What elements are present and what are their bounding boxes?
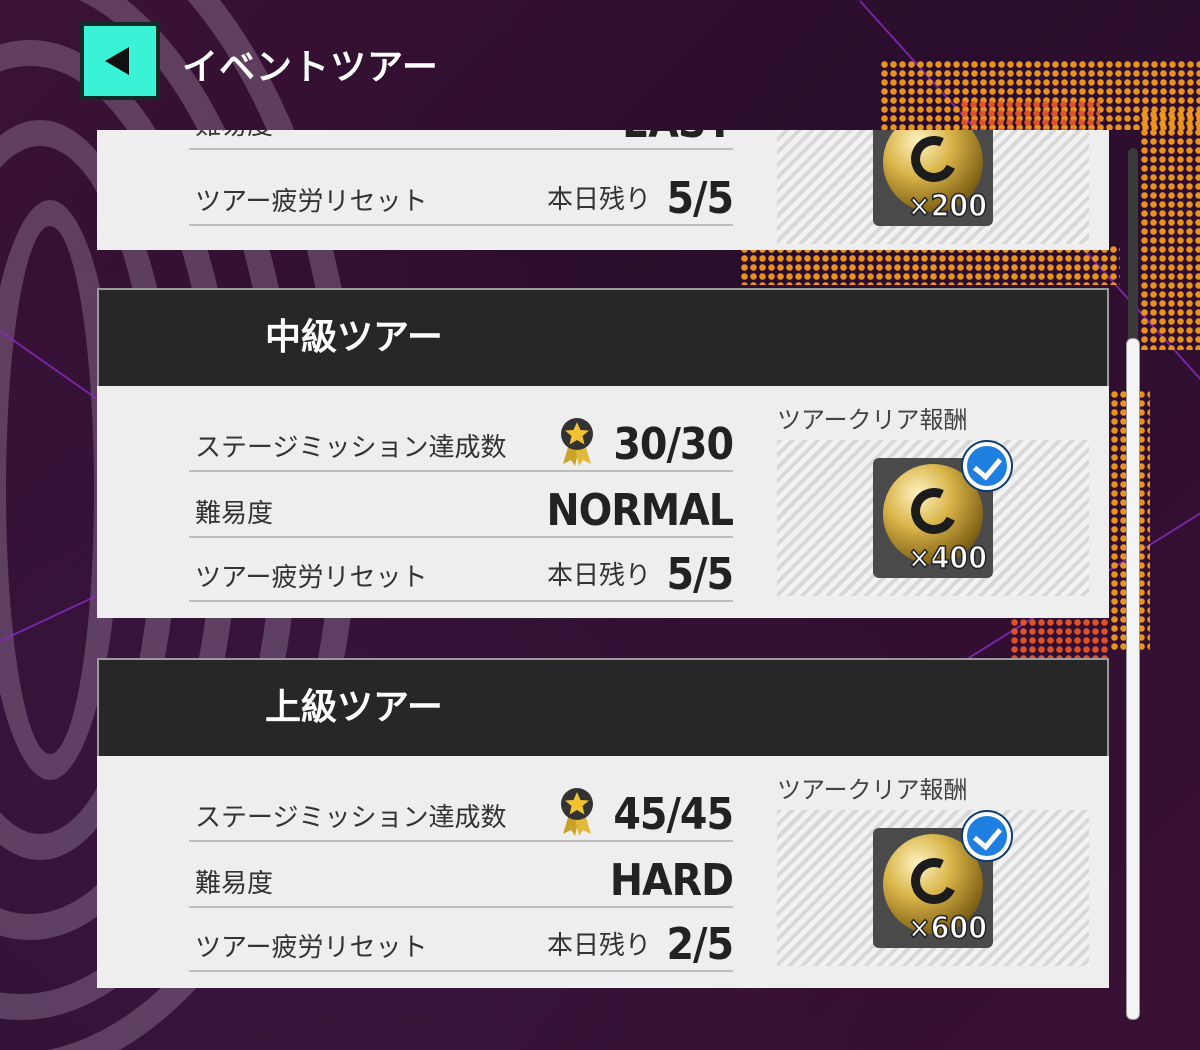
difficulty-row: 難易度 HARD: [189, 846, 734, 908]
back-arrow-icon: [105, 47, 129, 75]
world-map-dots: [960, 100, 1100, 130]
difficulty-label: 難易度: [195, 130, 273, 142]
reward-quantity: ×600: [907, 910, 987, 947]
claimed-check-icon: [963, 812, 1011, 860]
reward-label: ツアークリア報酬: [777, 776, 968, 804]
difficulty-value: HARD: [609, 855, 734, 906]
fatigue-reset-label: ツアー疲労リセット: [195, 563, 428, 593]
medal-icon: [561, 418, 593, 466]
fatigue-reset-value: 5/5: [666, 549, 734, 600]
tour-card-intermediate[interactable]: 中級ツアー ステージミッション達成数 30/30 難易度 NORMAL ツアー疲…: [97, 288, 1109, 618]
tour-list[interactable]: 難易度 EASY ツアー疲労リセット 本日残り 5/5 ×200 中級ツアー ス…: [0, 130, 1200, 1050]
stage-mission-value: 45/45: [613, 789, 734, 840]
fatigue-reset-label: ツアー疲労リセット: [195, 187, 428, 217]
fatigue-reset-row: ツアー疲労リセット 本日残り 5/5: [189, 164, 734, 226]
medal-icon: [561, 788, 593, 836]
difficulty-value: NORMAL: [546, 485, 734, 536]
reward-quantity: ×200: [907, 188, 987, 225]
stage-mission-row: ステージミッション達成数 45/45: [189, 780, 734, 842]
reward-box: ×600: [777, 810, 1089, 966]
fatigue-reset-label: ツアー疲労リセット: [195, 933, 428, 963]
tour-card-advanced[interactable]: 上級ツアー ステージミッション達成数 45/45 難易度 HARD ツアー疲労リ…: [97, 658, 1109, 988]
claimed-check-icon: [963, 442, 1011, 490]
reward-label: ツアークリア報酬: [777, 406, 968, 434]
stage-mission-value: 30/30: [613, 419, 734, 470]
fatigue-reset-row: ツアー疲労リセット 本日残り 5/5: [189, 540, 734, 602]
stage-mission-row: ステージミッション達成数 30/30: [189, 410, 734, 472]
stage-mission-label: ステージミッション達成数: [195, 803, 507, 833]
remaining-today-label: 本日残り: [546, 561, 651, 591]
difficulty-row: 難易度 EASY: [189, 130, 734, 150]
reward-box: ×400: [777, 440, 1089, 596]
card-title: 上級ツアー: [97, 658, 1109, 756]
tour-card-easy: 難易度 EASY ツアー疲労リセット 本日残り 5/5 ×200: [97, 130, 1109, 250]
fatigue-reset-row: ツアー疲労リセット 本日残り 2/5: [189, 910, 734, 972]
difficulty-label: 難易度: [195, 869, 274, 899]
difficulty-row: 難易度 NORMAL: [189, 476, 734, 538]
remaining-today-label: 本日残り: [546, 931, 651, 961]
difficulty-label: 難易度: [195, 499, 274, 529]
reward-box: ×200: [777, 130, 1089, 244]
difficulty-value: EASY: [622, 130, 734, 148]
page-title: イベントツアー: [182, 47, 439, 88]
fatigue-reset-value: 5/5: [666, 173, 734, 224]
remaining-today-label: 本日残り: [546, 185, 651, 215]
card-title: 中級ツアー: [97, 288, 1109, 386]
fatigue-reset-value: 2/5: [666, 919, 734, 970]
stage-mission-label: ステージミッション達成数: [195, 433, 507, 463]
scrollbar-thumb[interactable]: [1126, 338, 1140, 1020]
reward-quantity: ×400: [907, 540, 987, 577]
back-button[interactable]: [80, 22, 160, 100]
reward-item[interactable]: ×200: [873, 130, 993, 226]
